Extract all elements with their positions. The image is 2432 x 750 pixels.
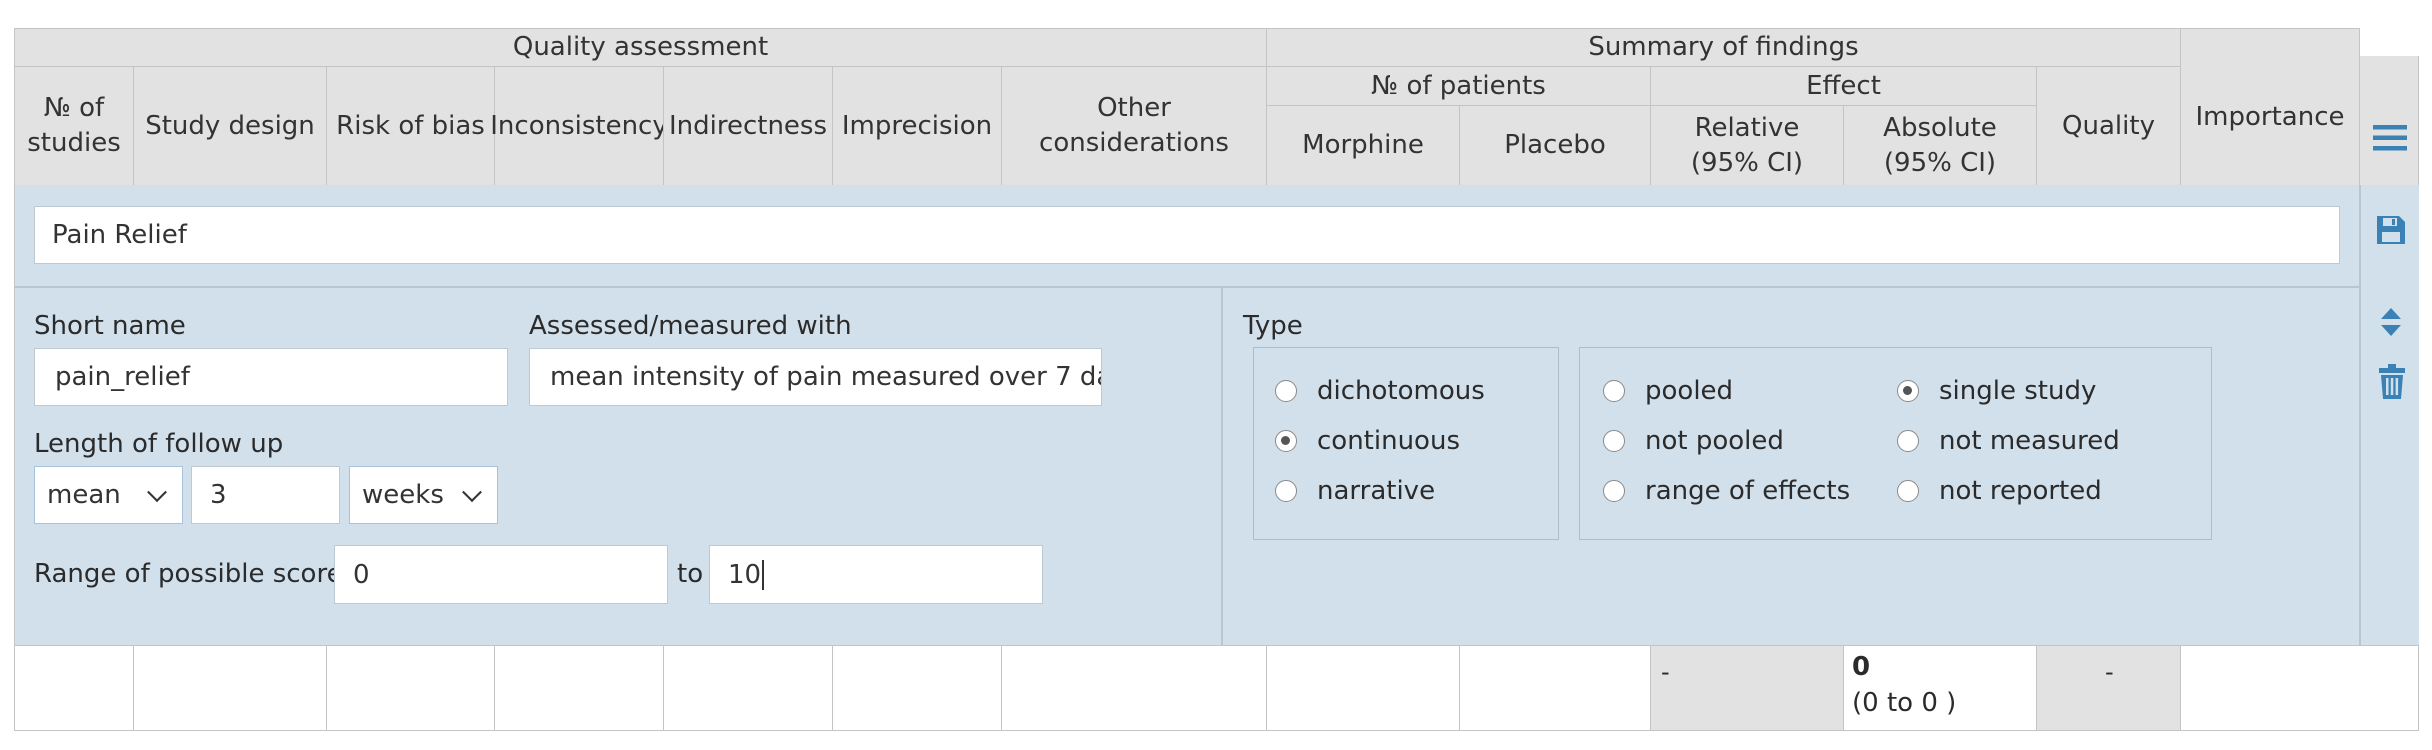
header-menu-cell [2359, 56, 2419, 186]
header-absolute: Absolute (95% CI) [1843, 105, 2037, 186]
row-cell-absolute[interactable]: 0 (0 to 0 ) [1843, 645, 2037, 731]
short-name-input[interactable]: pain_relief [34, 348, 508, 406]
header-study-design: Study design [133, 66, 327, 186]
radio-label: not measured [1939, 426, 2120, 456]
header-effect: Effect [1650, 66, 2037, 106]
row-cell-quality[interactable]: - [2036, 645, 2181, 731]
panel-column-divider [1221, 287, 1223, 646]
radio-button-selected[interactable] [1275, 430, 1297, 452]
assessed-input[interactable]: mean intensity of pain measured over 7 d… [529, 348, 1102, 406]
radio-pooled[interactable]: pooled [1603, 376, 1733, 406]
row-cell-relative[interactable]: - [1650, 645, 1844, 731]
radio-continuous[interactable]: continuous [1275, 426, 1460, 456]
radio-button[interactable] [1603, 380, 1625, 402]
row-cell-morphine[interactable] [1266, 645, 1460, 731]
radio-dichotomous[interactable]: dichotomous [1275, 376, 1485, 406]
header-morphine: Morphine [1266, 105, 1460, 186]
assessed-label: Assessed/measured with [529, 311, 852, 341]
row-cell-other-considerations[interactable] [1001, 645, 1267, 731]
follow-up-unit-value: weeks [362, 480, 444, 510]
radio-not-pooled[interactable]: not pooled [1603, 426, 1784, 456]
trash-icon[interactable] [2378, 364, 2406, 400]
radio-label: range of effects [1645, 476, 1851, 506]
header-quality-assessment: Quality assessment [14, 28, 1267, 67]
panel-side-divider [2359, 185, 2361, 646]
quality-value: - [2105, 658, 2114, 686]
row-cell-num-studies[interactable] [14, 645, 134, 731]
header-inconsistency: Inconsistency [490, 66, 668, 186]
header-num-studies: № of studies [14, 66, 134, 186]
header-relative: Relative (95% CI) [1650, 105, 1844, 186]
type-label: Type [1243, 311, 1303, 341]
radio-single-study[interactable]: single study [1897, 376, 2096, 406]
radio-label: narrative [1317, 476, 1436, 506]
row-cell-study-design[interactable] [133, 645, 327, 731]
header-risk-of-bias: Risk of bias [326, 66, 495, 186]
range-to-value: 10 [728, 559, 762, 590]
range-from-input[interactable]: 0 [334, 545, 668, 604]
range-to-input[interactable]: 10 [709, 545, 1043, 604]
radio-button[interactable] [1897, 480, 1919, 502]
follow-up-unit-select[interactable]: weeks [349, 466, 498, 524]
radio-button[interactable] [1603, 430, 1625, 452]
relative-value: - [1661, 658, 1670, 686]
radio-button[interactable] [1603, 480, 1625, 502]
header-num-patients: № of patients [1266, 66, 1651, 106]
short-name-label: Short name [34, 311, 186, 341]
header-importance: Importance [2180, 28, 2360, 186]
row-cell-indirectness[interactable] [663, 645, 833, 731]
radio-not-reported[interactable]: not reported [1897, 476, 2102, 506]
row-cell-risk-of-bias[interactable] [326, 645, 495, 731]
row-cell-inconsistency[interactable] [494, 645, 664, 731]
radio-label: single study [1939, 376, 2097, 406]
radio-label: pooled [1645, 376, 1734, 406]
row-cell-imprecision[interactable] [832, 645, 1002, 731]
radio-button[interactable] [1275, 480, 1297, 502]
absolute-value: 0 [1852, 652, 1871, 682]
follow-up-mode-select[interactable]: mean [34, 466, 183, 524]
radio-label: not pooled [1645, 426, 1784, 456]
chevron-down-icon [462, 482, 482, 503]
follow-up-label: Length of follow up [34, 429, 284, 459]
follow-up-mode-value: mean [47, 480, 121, 510]
header-quality: Quality [2036, 66, 2181, 186]
menu-icon[interactable] [2373, 124, 2407, 152]
header-imprecision: Imprecision [832, 66, 1002, 186]
radio-button-selected[interactable] [1897, 380, 1919, 402]
radio-not-measured[interactable]: not measured [1897, 426, 2120, 456]
chevron-down-icon [147, 482, 167, 503]
radio-range-of-effects[interactable]: range of effects [1603, 476, 1850, 506]
outcome-name-input[interactable]: Pain Relief [34, 206, 2340, 264]
move-icon[interactable] [2379, 306, 2403, 338]
radio-label: dichotomous [1317, 376, 1485, 406]
radio-label: continuous [1317, 426, 1460, 456]
panel-row-divider [14, 286, 2360, 288]
save-icon[interactable] [2375, 214, 2407, 246]
row-cell-placebo[interactable] [1459, 645, 1651, 731]
absolute-ci: (0 to 0 ) [1852, 688, 1957, 718]
range-label: Range of possible scores [34, 559, 357, 589]
header-summary-of-findings: Summary of findings [1266, 28, 2181, 67]
radio-narrative[interactable]: narrative [1275, 476, 1435, 506]
text-cursor [762, 559, 765, 590]
header-placebo: Placebo [1459, 105, 1651, 186]
header-other-considerations: Other considerations [1001, 66, 1267, 186]
row-cell-importance[interactable] [2180, 645, 2419, 731]
radio-button[interactable] [1897, 430, 1919, 452]
radio-button[interactable] [1275, 380, 1297, 402]
follow-up-value-input[interactable]: 3 [191, 466, 340, 524]
range-to-label: to [677, 559, 704, 589]
header-indirectness: Indirectness [663, 66, 833, 186]
radio-label: not reported [1939, 476, 2102, 506]
